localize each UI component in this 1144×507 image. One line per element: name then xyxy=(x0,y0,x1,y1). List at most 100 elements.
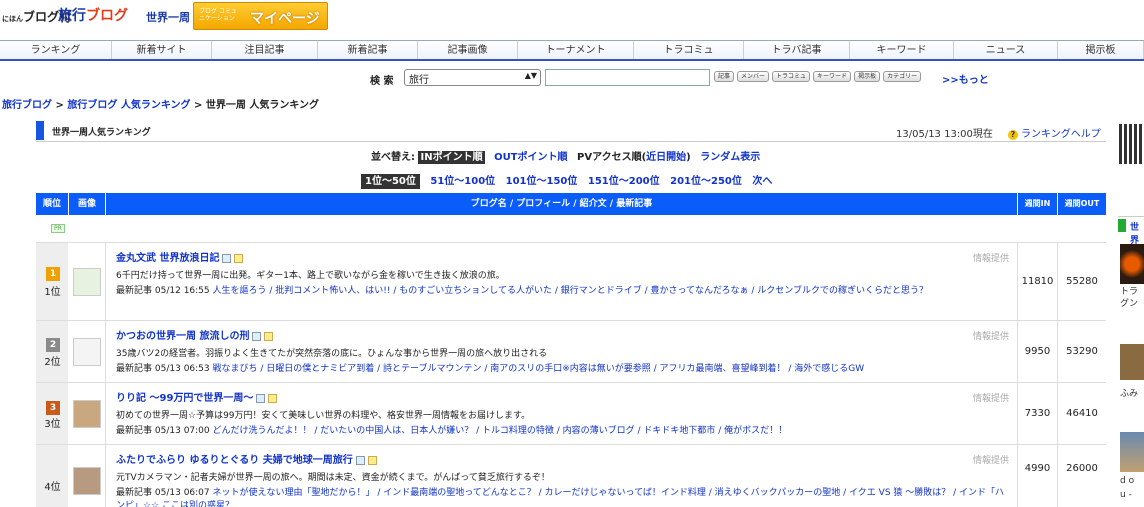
logo-travel-a: 旅行 xyxy=(58,8,86,24)
avatar[interactable] xyxy=(73,268,101,296)
blog-cell: かつおの世界一周 旅流しの刑 情報提供 35歳バツ2の経営者。羽振りよく生きてた… xyxy=(106,321,1018,382)
info-provider[interactable]: 情報提供 xyxy=(973,251,1009,264)
image-cell xyxy=(69,445,106,507)
nav-article-images[interactable]: 記事画像 xyxy=(418,41,518,59)
search-members-button[interactable]: メンバー xyxy=(737,71,770,82)
blog-title-link[interactable]: りり記 〜99万円で世界一周〜 xyxy=(116,393,253,404)
sidebar-image[interactable] xyxy=(1120,244,1144,284)
sidebar-text[interactable]: u - xyxy=(1120,490,1132,500)
nav-new-articles[interactable]: 新着記事 xyxy=(318,41,418,59)
image-cell xyxy=(69,243,106,320)
sidebar-text[interactable]: グン xyxy=(1120,296,1138,309)
latest-article-links[interactable]: 戦なまびち / 日曜日の僕とナミビア到着 / 詩とテーブルマウンテン / 南アの… xyxy=(213,364,865,374)
ranking-title-bar: 世界一周人気ランキング 13/05/13 13:00現在 ? ランキングヘルプ xyxy=(36,119,1106,142)
sort-random[interactable]: ランダム表示 xyxy=(700,152,760,163)
nav-keyword[interactable]: キーワード xyxy=(850,41,954,59)
avatar[interactable] xyxy=(73,400,101,428)
blog-title-link[interactable]: 金丸文武 世界放浪日記 xyxy=(116,253,219,264)
nav-new-sites[interactable]: 新着サイト xyxy=(112,41,212,59)
ranking-title: 世界一周人気ランキング xyxy=(52,128,151,138)
search-articles-button[interactable]: 記事 xyxy=(714,71,735,82)
nav-tournament[interactable]: トーナメント xyxy=(518,41,634,59)
blog-cell: 金丸文武 世界放浪日記 情報提供 6千円だけ持って世界一周に出発。ギター1本、路… xyxy=(106,243,1018,320)
lock-icon[interactable] xyxy=(264,331,274,341)
sidebar-text[interactable]: d o xyxy=(1120,476,1134,486)
page-51-100[interactable]: 51位〜100位 xyxy=(430,176,495,187)
page-151-200[interactable]: 151位〜200位 xyxy=(588,176,660,187)
nav-news[interactable]: ニュース xyxy=(954,41,1058,59)
travel-blog-logo[interactable]: 旅行ブログ xyxy=(58,5,128,25)
avatar[interactable] xyxy=(73,467,101,495)
mypage-button[interactable]: ブログ コミュニケーション マイページ xyxy=(193,2,328,30)
breadcrumb-sep: > xyxy=(52,100,68,111)
search-label: 検 索 xyxy=(370,76,394,87)
search-torakomyu-button[interactable]: トラコミュ xyxy=(772,71,811,82)
sidebar-image[interactable] xyxy=(1120,432,1144,472)
sort-out-points[interactable]: OUTポイント順 xyxy=(494,152,567,163)
latest-article-links[interactable]: 人生を謳ろう / 批判コメント怖い人、はい!! / ものすごい立ちションしてる人… xyxy=(213,286,928,296)
world-trip-logo[interactable]: 世界一周 xyxy=(146,9,190,25)
weekly-out: 55280 xyxy=(1066,276,1098,287)
latest-article-links[interactable]: どんだけ洗うんだよ！！ / だいたいの中国人は、日本人が嫌い？ / トルコ料理の… xyxy=(213,426,788,436)
latest-label: 最新記事 xyxy=(116,426,153,436)
rank-medal-icon: 2 xyxy=(46,338,60,352)
search-board-button[interactable]: 掲示板 xyxy=(854,71,881,82)
mypage-label: マイページ xyxy=(250,11,320,27)
select-arrow-icon: ▲▼ xyxy=(524,71,537,80)
search-category-button[interactable]: カテゴリー xyxy=(883,71,922,82)
breadcrumb-travel-blog[interactable]: 旅行ブログ xyxy=(2,100,52,111)
lock-icon[interactable] xyxy=(268,393,278,403)
nav-ranking[interactable]: ランキング xyxy=(0,41,112,59)
weekly-in: 4990 xyxy=(1018,445,1058,507)
info-provider[interactable]: 情報提供 xyxy=(973,391,1009,404)
sidebar-title[interactable]: 世界 xyxy=(1130,220,1144,246)
col-main: ブログ名 / プロフィール / 紹介文 / 最新記事 xyxy=(106,193,1018,215)
latest-label: 最新記事 xyxy=(116,364,153,374)
rank-number: 4位 xyxy=(44,482,61,493)
search-keyword-button[interactable]: キーワード xyxy=(813,71,852,82)
blog-title-link[interactable]: ふたりでふらり ゆるりとぐるり 夫婦で地球一周旅行 xyxy=(116,455,353,466)
breadcrumb-travel-ranking[interactable]: 旅行ブログ 人気ランキング xyxy=(67,100,190,111)
sidebar-image[interactable] xyxy=(1120,344,1144,380)
search-input[interactable] xyxy=(545,69,710,86)
latest-articles: 最新記事 05/12 16:55 人生を謳ろう / 批判コメント怖い人、はい!!… xyxy=(116,285,1007,298)
sort-label: 並べ替え: xyxy=(371,152,415,163)
latest-date: 05/13 06:07 xyxy=(154,488,210,498)
blog-title-link[interactable]: かつおの世界一周 旅流しの刑 xyxy=(116,331,249,342)
search-buttons: 記事 メンバー トラコミュ キーワード 掲示板 カテゴリー xyxy=(714,71,922,82)
latest-label: 最新記事 xyxy=(116,286,153,296)
info-provider[interactable]: 情報提供 xyxy=(973,453,1009,466)
avatar[interactable] xyxy=(73,338,101,366)
breadcrumb: 旅行ブログ > 旅行ブログ 人気ランキング > 世界一周 人気ランキング xyxy=(2,96,319,111)
logo-small-text: にほん xyxy=(2,15,23,23)
col-image: 画像 xyxy=(69,193,106,215)
sort-pv-link[interactable]: 近日開始 xyxy=(646,152,686,163)
profile-icon[interactable] xyxy=(355,455,365,465)
nav-torakomyu[interactable]: トラコミュ xyxy=(634,41,744,59)
profile-icon[interactable] xyxy=(252,331,262,341)
ranking-datetime: 13/05/13 13:00現在 xyxy=(896,129,993,140)
latest-article-links[interactable]: ネットが使えない理由「聖地だから！」 / インド最南端の聖地ってどんなとこ？ /… xyxy=(116,488,1004,507)
nav-trackback[interactable]: トラバ記事 xyxy=(744,41,850,59)
lock-icon[interactable] xyxy=(234,253,244,263)
profile-icon[interactable] xyxy=(256,393,266,403)
sidebar-text[interactable]: ふみ xyxy=(1120,386,1138,399)
search-more-link[interactable]: >>もっと xyxy=(942,71,989,86)
category-select[interactable]: 旅行 ▲▼ xyxy=(404,69,541,86)
ranking-help-link[interactable]: ? ランキングヘルプ xyxy=(1008,125,1101,140)
page-101-150[interactable]: 101位〜150位 xyxy=(506,176,578,187)
page-201-250[interactable]: 201位〜250位 xyxy=(670,176,742,187)
weekly-out: 53290 xyxy=(1066,346,1098,357)
nav-board[interactable]: 掲示板 xyxy=(1058,41,1144,59)
help-icon: ? xyxy=(1008,130,1018,140)
page-next[interactable]: 次へ xyxy=(752,176,772,187)
info-provider[interactable]: 情報提供 xyxy=(973,329,1009,342)
lock-icon[interactable] xyxy=(367,455,377,465)
profile-icon[interactable] xyxy=(222,253,232,263)
sort-in-points[interactable]: INポイント順 xyxy=(418,151,485,164)
page-1-50[interactable]: 1位〜50位 xyxy=(361,174,420,189)
rank-cell: 4位 xyxy=(36,445,69,507)
nav-featured[interactable]: 注目記事 xyxy=(212,41,318,59)
latest-articles: 最新記事 05/13 06:07 ネットが使えない理由「聖地だから！」 / イン… xyxy=(116,487,1007,507)
site-header: にほんブログ村 旅行ブログ 世界一周 ブログ コミュニケーション マイページ xyxy=(0,0,1144,36)
